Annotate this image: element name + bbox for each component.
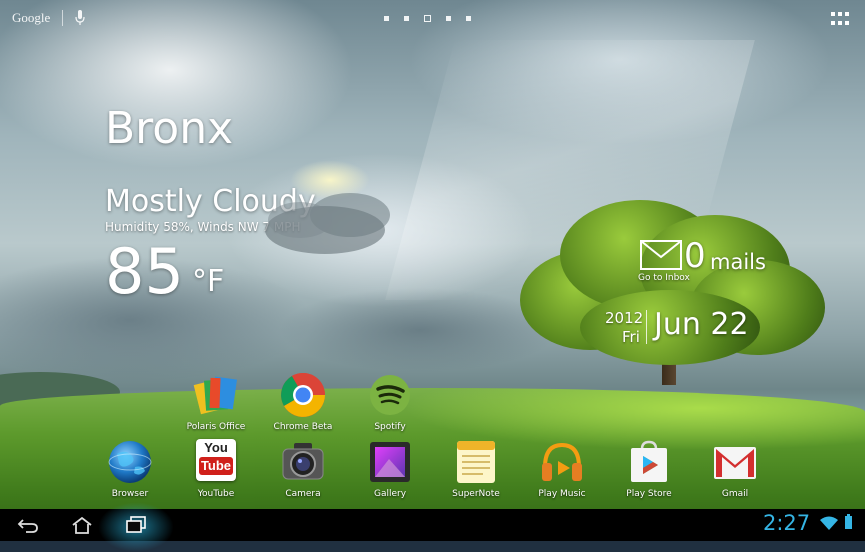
home-button[interactable] [66,509,98,541]
page-dot [404,16,409,21]
app-play-store[interactable]: Play Store [609,439,689,499]
app-label: Gallery [373,489,407,499]
app-polaris-office[interactable]: Polaris Office [176,372,256,432]
supernote-icon [453,439,499,485]
app-youtube[interactable]: You Tube YouTube [176,439,256,499]
weather-unit: °F [192,264,225,299]
apps-grid-icon[interactable] [831,12,849,26]
app-spotify[interactable]: Spotify [350,372,430,432]
app-play-music[interactable]: Play Music [522,439,602,499]
app-label: Browser [111,489,149,499]
polaris-office-icon [193,372,239,418]
weather-temperature: 85 [105,235,184,308]
app-gallery[interactable]: Gallery [350,439,430,499]
youtube-icon-text: Tube [199,457,233,475]
camera-icon [280,439,326,485]
status-clock[interactable]: 2:27 [763,511,810,535]
page-dot [384,16,389,21]
headphones-icon [539,439,585,485]
home-icon [72,516,92,534]
app-label: Gmail [721,489,749,499]
app-browser[interactable]: Browser [90,439,170,499]
go-to-inbox-link[interactable]: Go to Inbox [638,273,690,283]
gmail-icon [712,439,758,485]
app-label: YouTube [197,489,235,499]
app-label: Play Music [538,489,586,499]
gallery-icon [367,439,413,485]
recent-apps-icon [126,516,146,533]
page-dot [446,16,451,21]
app-gmail[interactable]: Gmail [695,439,775,499]
chrome-icon [280,372,326,418]
app-label: Chrome Beta [273,422,333,432]
google-search-bar[interactable]: Google [12,10,85,26]
page-indicators [384,15,471,22]
app-label: Play Store [626,489,672,499]
app-supernote[interactable]: SuperNote [436,439,516,499]
date-weekday: Fri [622,328,640,346]
microphone-icon[interactable] [75,10,85,26]
play-store-icon [626,439,672,485]
search-divider [62,10,64,26]
date-day[interactable]: Jun 22 [654,307,749,342]
battery-icon [845,514,852,529]
google-logo[interactable]: Google [12,10,50,26]
app-chrome-beta[interactable]: Chrome Beta [263,372,343,432]
app-label: Polaris Office [186,422,246,432]
envelope-icon[interactable] [640,240,682,270]
recent-apps-button[interactable] [120,509,152,541]
youtube-icon-text: You [204,440,228,455]
mail-label: mails [710,250,766,274]
page-dot-home [424,15,431,22]
date-divider [646,310,647,344]
app-label: Spotify [374,422,406,432]
back-button[interactable] [12,509,44,541]
back-icon [17,519,38,533]
cloud-sun-icon [265,193,390,254]
app-label: Camera [285,489,321,499]
browser-globe-icon [107,439,153,485]
youtube-icon: You Tube [193,439,239,485]
app-camera[interactable]: Camera [263,439,343,499]
mail-count[interactable]: 0 [684,236,706,276]
weather-city[interactable]: Bronx [105,103,233,154]
wifi-icon [820,516,838,530]
page-dot [466,16,471,21]
spotify-icon [367,372,413,418]
date-year: 2012 [605,309,644,327]
app-label: SuperNote [452,489,500,499]
